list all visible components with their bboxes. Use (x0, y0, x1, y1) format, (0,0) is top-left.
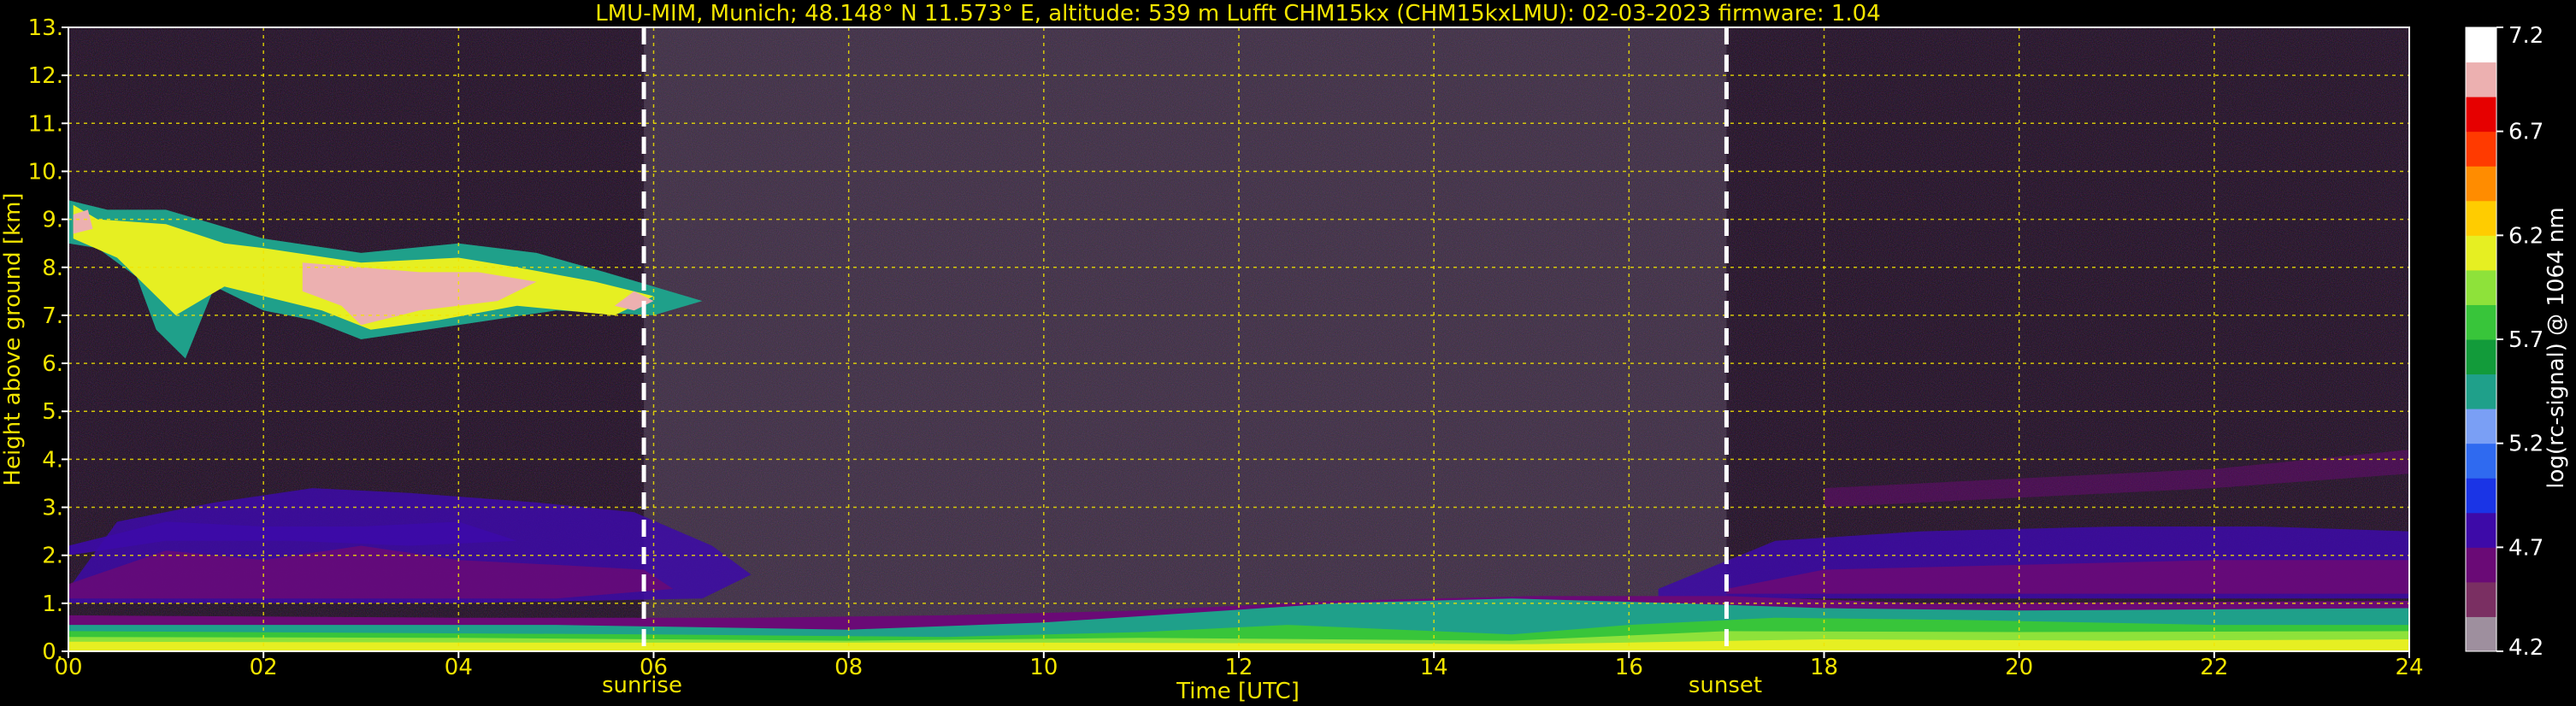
sunset-label: sunset (1689, 673, 1762, 698)
colorbar-tick-label: 7.2 (2508, 23, 2544, 49)
colorbar-tick-label: 5.2 (2508, 432, 2544, 457)
y-tick-label: 11. (28, 111, 63, 137)
y-tick-label: 13. (28, 15, 63, 41)
y-tick-label: 0. (42, 639, 63, 665)
colorbar-segment (2466, 512, 2496, 548)
x-tick-label: 20 (2005, 655, 2033, 680)
y-tick-label: 12. (28, 63, 63, 89)
y-tick-label: 4. (42, 447, 63, 473)
x-tick-label: 10 (1029, 655, 1058, 680)
colorbar-segment (2466, 27, 2496, 63)
y-tick-label: 8. (42, 256, 63, 281)
y-tick-label: 10. (28, 159, 63, 185)
x-tick-label: 08 (834, 655, 863, 680)
colorbar-segment (2466, 616, 2496, 652)
daytime-noise (644, 27, 1727, 651)
x-tick-label: 04 (445, 655, 473, 680)
colorbar-label: log(rc-signal) @ 1064 nm (2544, 207, 2569, 488)
x-tick-label: 24 (2395, 655, 2423, 680)
colorbar-segment (2466, 97, 2496, 132)
colorbar-segment (2466, 339, 2496, 375)
colorbar-segment (2466, 409, 2496, 444)
x-tick-label: 12 (1224, 655, 1253, 680)
colorbar-tick-label: 6.7 (2508, 120, 2544, 145)
colorbar-tick-label: 6.2 (2508, 223, 2544, 249)
colorbar-segment (2466, 235, 2496, 271)
x-tick-label: 02 (250, 655, 278, 680)
y-tick-label: 7. (42, 303, 63, 329)
y-tick-label: 5. (42, 399, 63, 425)
colorbar-segment (2466, 581, 2496, 617)
sunrise-label: sunrise (602, 673, 682, 698)
colorbar-segment (2466, 131, 2496, 167)
y-tick-label: 9. (42, 208, 63, 233)
x-tick-label: 22 (2200, 655, 2228, 680)
x-tick-label: 18 (1810, 655, 1838, 680)
colorbar-segment (2466, 478, 2496, 514)
colorbar-segment (2466, 547, 2496, 583)
y-tick-label: 1. (42, 591, 63, 617)
y-axis-label: Height above ground [km] (0, 192, 26, 485)
x-tick-label: 14 (1420, 655, 1448, 680)
colorbar-tick-label: 4.7 (2508, 535, 2544, 561)
colorbar (2465, 26, 2497, 652)
colorbar-segment (2466, 443, 2496, 479)
y-tick-label: 2. (42, 544, 63, 569)
colorbar-segment (2466, 269, 2496, 305)
x-tick-label: 16 (1615, 655, 1643, 680)
chart-title: LMU-MIM, Munich; 48.148° N 11.573° E, al… (595, 1, 1880, 26)
colorbar-tick-label: 4.2 (2508, 635, 2544, 661)
x-axis-label: Time [UTC] (1176, 679, 1300, 704)
ceilometer-chart: 00 02 04 06 08 10 12 14 16 18 20 22 24 0.1.2.3.4.5.6… (0, 0, 2576, 706)
colorbar-segment (2466, 200, 2496, 236)
y-tick-label: 3. (42, 496, 63, 521)
colorbar-tick-label: 5.7 (2508, 327, 2544, 353)
colorbar-segment (2466, 374, 2496, 409)
colorbar-segment (2466, 62, 2496, 97)
y-tick-label: 6. (42, 351, 63, 377)
colorbar-segment (2466, 166, 2496, 202)
colorbar-segment (2466, 304, 2496, 340)
